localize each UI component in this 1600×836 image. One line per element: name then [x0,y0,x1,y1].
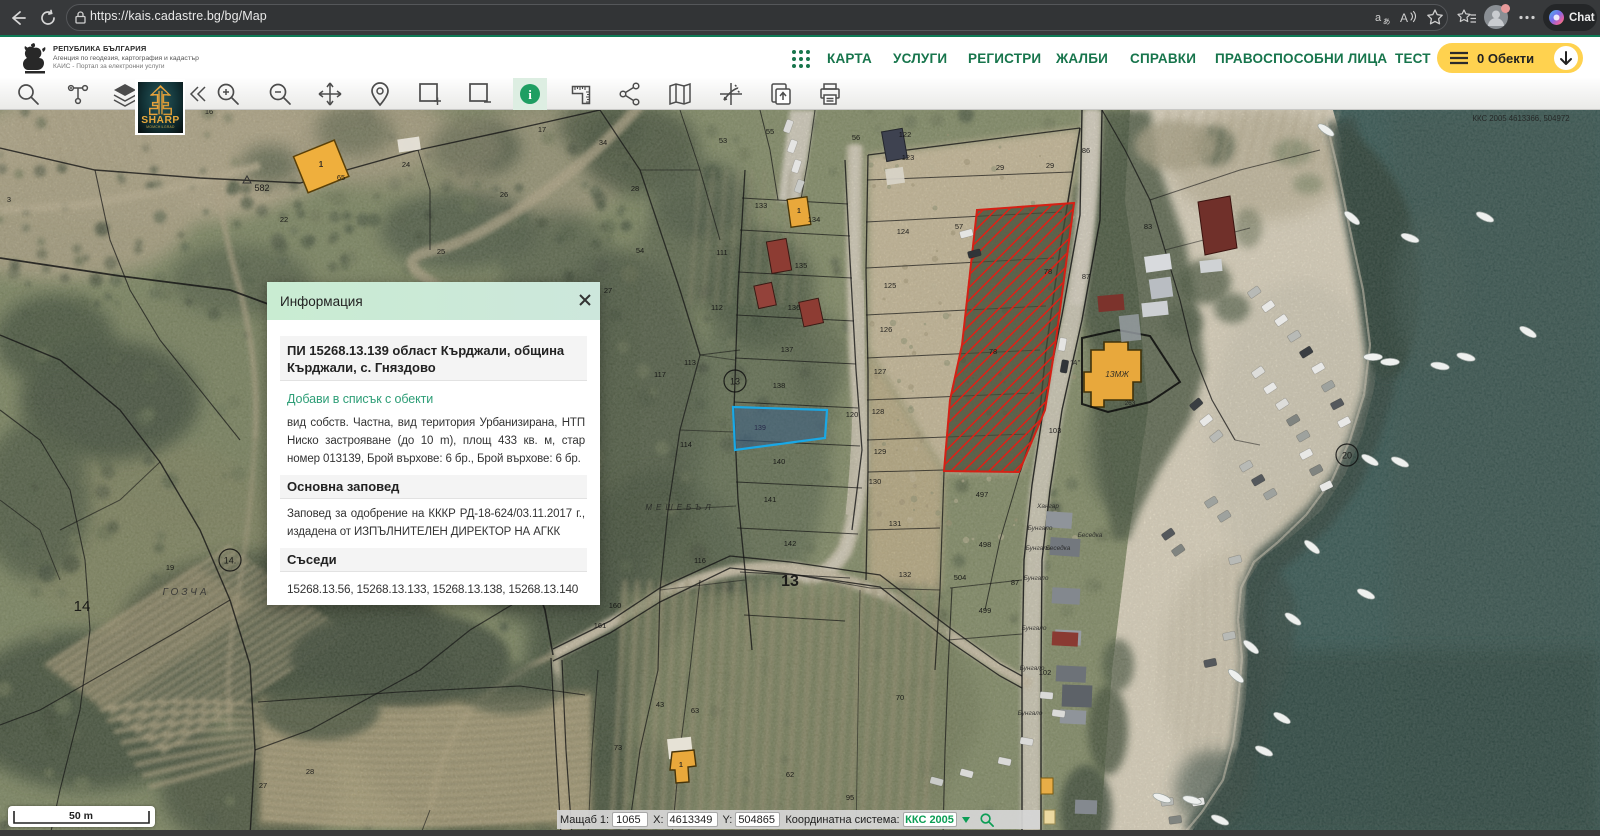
svg-text:a: a [1375,12,1382,24]
svg-text:1: 1 [797,208,801,215]
svg-text:95: 95 [846,793,854,802]
svg-text:34: 34 [599,138,607,147]
svg-text:56: 56 [852,133,860,142]
svg-text:83: 83 [1144,222,1152,231]
svg-text:1: 1 [679,762,683,769]
svg-text:"А": "А" [1070,360,1080,367]
svg-text:A: A [1400,11,1408,25]
svg-text:Хангар: Хангар [1036,503,1059,510]
svg-text:137: 137 [781,345,794,354]
svg-text:130: 130 [869,477,882,486]
svg-text:86: 86 [1082,146,1090,155]
svg-text:1: 1 [319,160,324,169]
svg-text:128: 128 [872,407,885,416]
svg-text:140: 140 [773,457,786,466]
svg-text:116: 116 [694,556,706,565]
svg-text:24: 24 [402,160,410,169]
svg-text:132: 132 [899,570,912,579]
svg-text:Бунгало: Бунгало [1020,665,1045,672]
svg-text:111: 111 [716,248,727,257]
svg-text:138: 138 [773,381,786,390]
svg-text:499: 499 [979,606,992,615]
svg-text:27: 27 [259,781,267,790]
svg-text:136: 136 [788,303,801,312]
svg-text:63: 63 [691,706,699,715]
svg-text:29: 29 [1046,161,1054,170]
svg-text:126: 126 [880,325,893,334]
svg-text:17: 17 [538,125,546,134]
svg-text:103: 103 [1049,426,1062,435]
svg-text:14.: 14. [224,556,237,566]
svg-text:ぁ: ぁ [1382,16,1391,26]
svg-text:55: 55 [766,127,774,136]
svg-text:Беседка: Беседка [1046,544,1071,552]
svg-text:73: 73 [614,743,622,752]
svg-text:Бунгало: Бунгало [1022,625,1047,632]
svg-text:62: 62 [786,770,794,779]
svg-text:65: 65 [337,173,345,182]
svg-text:14: 14 [74,598,91,615]
svg-text:50 m: 50 m [69,810,93,822]
svg-text:27: 27 [604,286,612,295]
svg-text:504: 504 [954,573,967,582]
svg-text:114: 114 [680,440,692,449]
svg-text:25: 25 [437,247,445,256]
svg-text:160: 160 [609,601,622,610]
svg-text:87: 87 [1011,578,1019,587]
svg-text:142: 142 [784,539,797,548]
svg-text:124: 124 [897,227,910,236]
svg-text:1ЗМЖ: 1ЗМЖ [1105,370,1129,379]
svg-text:112: 112 [711,303,723,312]
svg-text:ККС 2005 4613366, 504972: ККС 2005 4613366, 504972 [1472,114,1569,123]
svg-text:497: 497 [976,490,989,499]
svg-text:117: 117 [654,370,666,379]
svg-text:13: 13 [730,377,740,387]
svg-text:129: 129 [874,447,887,456]
svg-text:263: 263 [1125,400,1136,407]
svg-text:i: i [528,87,532,102]
svg-text:Бунгало: Бунгало [1018,710,1043,717]
svg-text:28: 28 [306,767,314,776]
svg-text:43: 43 [656,700,664,709]
svg-text:78: 78 [989,347,997,356]
svg-text:28: 28 [631,184,639,193]
svg-text:135: 135 [795,261,808,270]
svg-text:Бунгало: Бунгало [1028,525,1053,532]
svg-text:29: 29 [996,163,1004,172]
svg-text:Бунгало: Бунгало [1024,575,1049,582]
svg-text:87: 87 [1082,272,1090,281]
svg-text:3: 3 [7,195,11,204]
svg-text:582: 582 [254,183,269,193]
svg-text:139: 139 [754,425,766,432]
svg-text:57: 57 [955,222,963,231]
svg-text:161: 161 [594,621,607,630]
svg-text:122: 122 [899,130,912,139]
svg-text:26: 26 [500,190,508,199]
svg-text:141: 141 [764,495,777,504]
svg-text:125: 125 [884,281,897,290]
svg-text:53: 53 [719,136,727,145]
svg-text:113: 113 [684,358,696,367]
svg-text:МЕШЕБЪЛ: МЕШЕБЪЛ [645,503,714,512]
svg-text:123: 123 [902,153,915,162]
svg-text:54: 54 [636,246,644,255]
svg-text:127: 127 [874,367,887,376]
svg-text:16: 16 [205,110,213,116]
svg-text:498: 498 [979,540,992,549]
svg-text:20: 20 [1342,451,1352,461]
svg-text:78: 78 [1044,267,1052,276]
svg-text:MOMCHILGRAD: MOMCHILGRAD [146,125,175,129]
svg-text:22: 22 [280,215,288,224]
svg-text:ГОЗЧА: ГОЗЧА [162,587,209,598]
svg-text:Беседка: Беседка [1078,531,1103,539]
svg-text:13: 13 [781,573,799,590]
svg-text:131: 131 [889,519,902,528]
svg-text:133: 133 [755,201,768,210]
svg-text:70: 70 [896,693,904,702]
svg-text:120: 120 [846,410,859,419]
svg-text:134: 134 [808,215,821,224]
svg-text:19: 19 [166,563,174,572]
